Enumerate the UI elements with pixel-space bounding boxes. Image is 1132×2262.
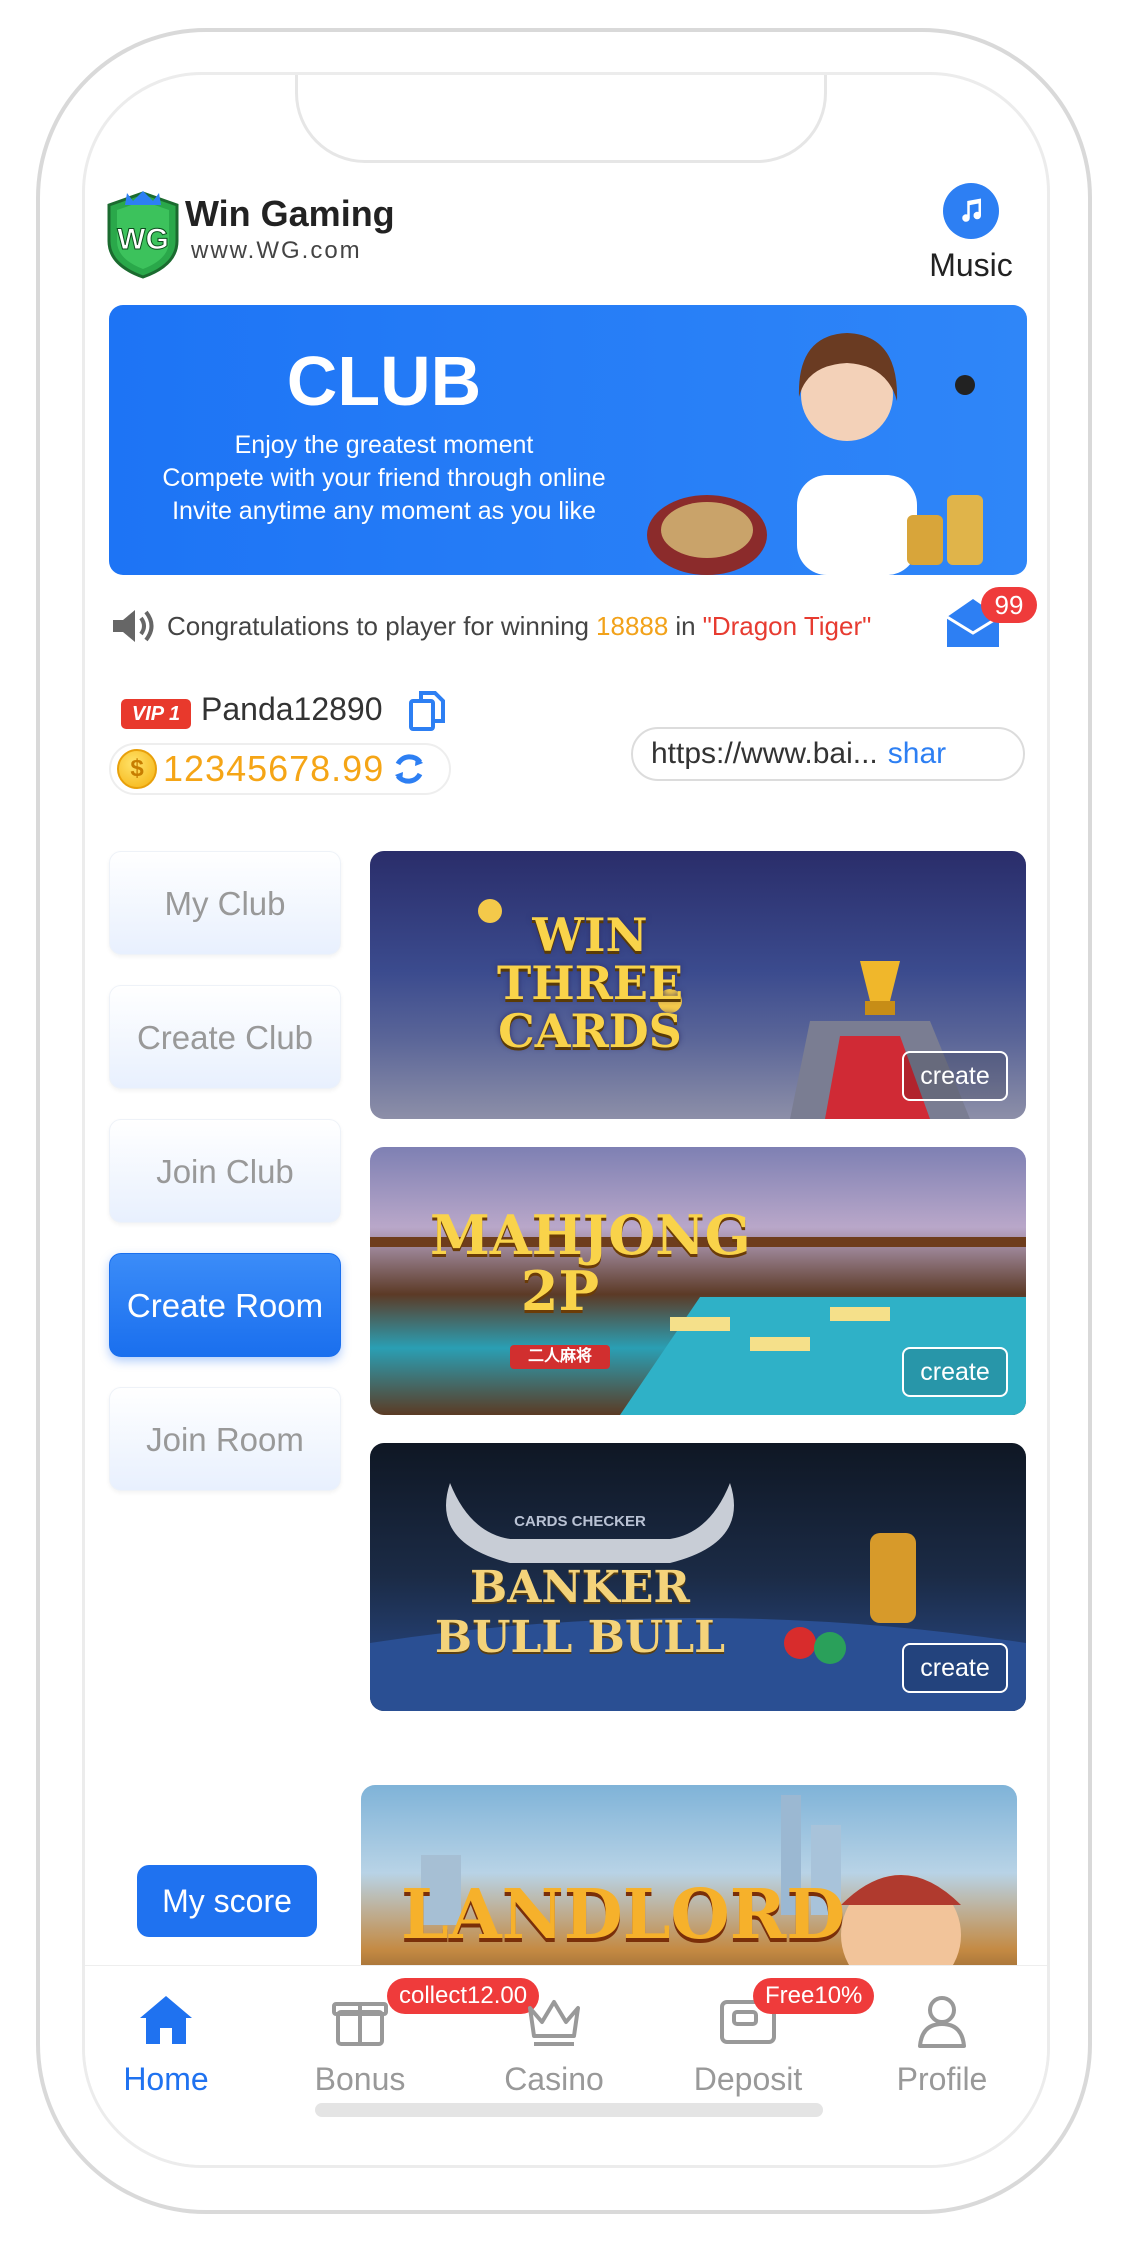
nav-deposit-label: Deposit [693, 2061, 803, 2097]
banker-bull-subtitle: CARDS CHECKER [514, 1513, 646, 1530]
marquee-connector: in [675, 610, 696, 641]
create-room-button[interactable]: Create Room [109, 1253, 341, 1357]
music-button[interactable]: Music [921, 183, 1021, 284]
balance-amount: 12345678.99 [163, 748, 385, 789]
marquee-prefix: Congratulations to player for winning [167, 610, 590, 641]
speaker-icon [113, 610, 154, 642]
game-card-win-three-cards[interactable]: WIN THREE CARDS create [370, 851, 1026, 1119]
marquee-game: "Dragon Tiger" [702, 610, 872, 641]
nav-bonus[interactable]: collect12.00 Bonus [265, 1978, 540, 2098]
club-banner[interactable]: CLUB Enjoy the greatest moment Compete w… [109, 305, 1027, 575]
music-label: Music [929, 247, 1013, 283]
winner-marquee: Congratulations to player for winning 18… [111, 601, 1031, 651]
bottom-navigation: Home collect12.00 Bonus Casino Free10% D… [85, 1965, 1047, 2165]
banner-line-3: Invite anytime any moment as you like [172, 497, 596, 525]
phone-screen: WG Win Gaming www.WG.com Music CLUB Enjo… [82, 72, 1050, 2168]
banner-description: Enjoy the greatest moment Compete with y… [109, 429, 659, 528]
share-button[interactable]: shar [888, 737, 946, 771]
mail-badge: 99 [981, 587, 1037, 623]
brand-name: Win Gaming [185, 193, 395, 234]
create-club-button[interactable]: Create Club [109, 985, 341, 1089]
logo-text: WG [117, 223, 169, 256]
crown-icon [528, 2000, 580, 2046]
landlord-title: LANDLORD [401, 1875, 846, 1955]
mahjong-2p-title: MAHJONG 2P [430, 1203, 751, 1323]
create-win-three-cards-button[interactable]: create [902, 1051, 1008, 1101]
refresh-icon[interactable] [390, 750, 428, 788]
banner-dealer-illustration [647, 333, 983, 575]
banner-title: CLUB [286, 342, 482, 420]
my-club-button[interactable]: My Club [109, 851, 341, 955]
game-card-banker-bull-bull[interactable]: CARDS CHECKER BANKER BULL BULL create [370, 1443, 1026, 1711]
user-icon [918, 1996, 966, 2048]
mahjong-2p-subtitle: 二人麻将 [510, 1345, 610, 1369]
create-banker-bull-bull-button[interactable]: create [902, 1643, 1008, 1693]
phone-notch [295, 75, 827, 163]
join-room-button[interactable]: Join Room [109, 1387, 341, 1491]
balance-display: $ 12345678.99 [109, 743, 451, 795]
share-url: https://www.bai... [651, 737, 878, 770]
home-indicator [315, 2103, 823, 2117]
coin-icon: $ [117, 749, 157, 789]
banner-line-2: Compete with your friend through online [162, 464, 606, 492]
game-card-mahjong-2p[interactable]: MAHJONG 2P 二人麻将 create [370, 1147, 1026, 1415]
wg-logo-icon: WG [107, 191, 179, 279]
username: Panda12890 [201, 691, 383, 727]
nav-casino[interactable]: Casino [459, 1988, 649, 2098]
vip-badge: VIP 1 [121, 699, 191, 729]
nav-profile[interactable]: Profile [847, 1988, 1037, 2098]
create-mahjong-2p-button[interactable]: create [902, 1347, 1008, 1397]
music-note-icon [943, 183, 999, 239]
nav-profile-label: Profile [896, 2061, 988, 2097]
share-link-field[interactable]: https://www.bai... shar [631, 727, 1025, 781]
marquee-amount: 18888 [596, 610, 669, 641]
my-score-button[interactable]: My score [137, 1865, 317, 1937]
home-icon [140, 1996, 192, 2044]
nav-casino-label: Casino [504, 2061, 604, 2097]
nav-home[interactable]: Home [85, 1988, 261, 2098]
nav-home-label: Home [123, 2061, 209, 2097]
nav-deposit[interactable]: Free10% Deposit [653, 1978, 875, 2098]
gift-icon [332, 2002, 388, 2046]
brand-url: www.WG.com [191, 237, 362, 264]
copy-icon[interactable] [409, 691, 445, 731]
join-club-button[interactable]: Join Club [109, 1119, 341, 1223]
banker-bull-title: BANKER BULL BULL [434, 1562, 726, 1663]
banner-line-1: Enjoy the greatest moment [234, 431, 534, 459]
nav-bonus-label: Bonus [314, 2061, 406, 2097]
win-three-cards-title: WIN THREE CARDS [496, 908, 684, 1058]
